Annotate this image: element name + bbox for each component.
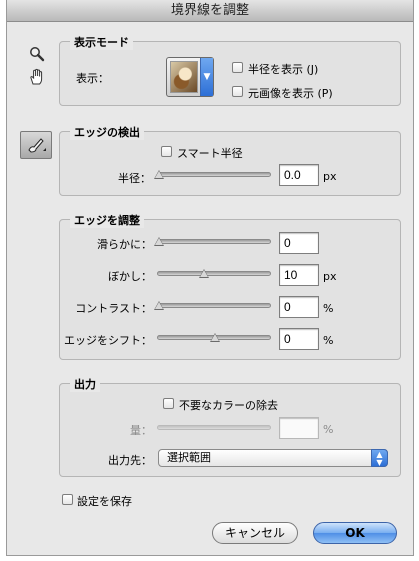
feather-label: ぼかし： — [108, 270, 152, 283]
view-mode-legend: 表示モード — [70, 34, 133, 50]
contrast-slider[interactable] — [157, 303, 271, 308]
radius-slider[interactable] — [157, 172, 271, 177]
edge-detection-legend: エッジの検出 — [70, 124, 144, 140]
decontaminate-label: 不要なカラーの除去 — [179, 399, 278, 412]
refine-edge-dialog: 境界線を調整 表示モード 表示： ▼ 半径を表示 (J) 元画像を表示 (P) — [6, 0, 414, 556]
output-to-label: 出力先： — [108, 454, 152, 467]
dialog-title: 境界線を調整 — [7, 0, 413, 22]
feather-input[interactable]: 10 — [279, 264, 319, 286]
smooth-slider[interactable] — [157, 239, 271, 244]
decontaminate-checkbox[interactable] — [163, 398, 174, 409]
show-original-label: 元画像を表示 (P) — [248, 87, 333, 100]
contrast-slider-thumb[interactable] — [154, 301, 164, 310]
remember-settings-label: 設定を保存 — [77, 495, 132, 508]
cancel-button[interactable]: キャンセル — [212, 522, 298, 544]
smooth-slider-thumb[interactable] — [154, 237, 164, 246]
feather-slider[interactable] — [157, 271, 271, 276]
smart-radius-label: スマート半径 — [177, 147, 243, 160]
view-preview-dropdown[interactable]: ▼ — [166, 57, 214, 97]
adjust-edge-legend: エッジを調整 — [70, 212, 144, 228]
magnifier-icon[interactable] — [27, 44, 47, 64]
output-to-value: 選択範囲 — [167, 451, 211, 464]
radius-label: 半径： — [118, 172, 151, 185]
remember-settings-checkbox[interactable] — [62, 494, 73, 505]
feather-unit: px — [323, 270, 337, 283]
shift-edge-unit: % — [323, 334, 334, 347]
amount-input — [279, 417, 319, 439]
view-mode-group: 表示モード 表示： ▼ 半径を表示 (J) 元画像を表示 (P) — [59, 34, 401, 106]
amount-label: 量： — [130, 424, 152, 437]
ok-button[interactable]: OK — [313, 522, 397, 544]
chevron-down-icon: ▼ — [200, 58, 213, 96]
edge-detection-group: エッジの検出 スマート半径 半径： 0.0 px — [59, 124, 401, 196]
feather-slider-thumb[interactable] — [199, 269, 209, 278]
smooth-input[interactable]: 0 — [279, 232, 319, 254]
output-to-select[interactable]: 選択範囲 ▲ ▼ — [158, 449, 388, 467]
shift-edge-slider-thumb[interactable] — [210, 333, 220, 342]
show-original-checkbox[interactable] — [232, 86, 243, 97]
brush-icon[interactable] — [20, 131, 52, 159]
contrast-label: コントラスト： — [75, 302, 152, 315]
view-label: 表示： — [76, 72, 109, 85]
radius-slider-thumb[interactable] — [154, 170, 164, 179]
hand-icon[interactable] — [27, 67, 47, 87]
radius-input[interactable]: 0.0 — [279, 164, 319, 186]
contrast-input[interactable]: 0 — [279, 296, 319, 318]
contrast-unit: % — [323, 302, 334, 315]
output-group: 出力 不要なカラーの除去 量： % 出力先： 選択範囲 ▲ ▼ — [59, 376, 401, 477]
shift-edge-input[interactable]: 0 — [279, 328, 319, 350]
smart-radius-checkbox[interactable] — [161, 146, 172, 157]
radius-unit: px — [323, 170, 337, 183]
smooth-label: 滑らかに： — [97, 238, 152, 251]
amount-slider — [157, 425, 271, 430]
amount-unit: % — [323, 423, 334, 436]
output-legend: 出力 — [70, 376, 100, 392]
view-thumbnail — [170, 61, 198, 93]
shift-edge-label: エッジをシフト： — [64, 334, 152, 347]
adjust-edge-group: エッジを調整 滑らかに： 0 ぼかし： 10 px コントラスト： 0 % エッ… — [59, 212, 401, 360]
select-arrows-icon: ▲ ▼ — [371, 449, 388, 467]
show-radius-checkbox[interactable] — [232, 62, 243, 73]
show-radius-label: 半径を表示 (J) — [248, 63, 319, 76]
